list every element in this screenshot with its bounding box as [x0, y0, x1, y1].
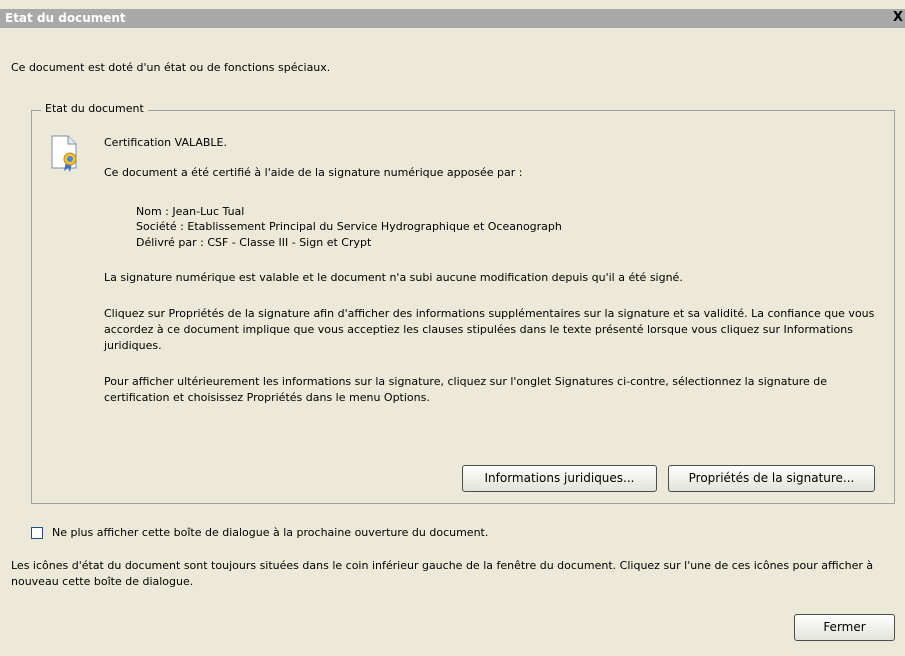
dont-show-again-checkbox[interactable] — [31, 527, 43, 539]
certified-document-icon — [51, 135, 77, 172]
window-title: Etat du document — [5, 11, 126, 25]
signature-valid-text: La signature numérique est valable et le… — [104, 271, 683, 284]
certified-by-text: Ce document a été certifié à l'aide de l… — [104, 166, 523, 179]
signer-name: Nom : Jean-Luc Tual — [136, 205, 245, 218]
dialog-window: Etat du document X Ce document est doté … — [0, 0, 905, 656]
properties-help-text: Cliquez sur Propriétés de la signature a… — [104, 307, 875, 352]
certification-status: Certification VALABLE. — [104, 136, 227, 149]
legal-info-button[interactable]: Informations juridiques... — [462, 465, 657, 492]
footer-text: Les icônes d'état du document sont toujo… — [11, 559, 874, 588]
signature-properties-button[interactable]: Propriétés de la signature... — [668, 465, 875, 492]
close-button[interactable]: Fermer — [794, 614, 895, 641]
close-icon[interactable]: X — [893, 10, 903, 25]
later-help-text: Pour afficher ultérieurement les informa… — [104, 375, 828, 404]
signer-issuer: Délivré par : CSF - Classe III - Sign et… — [136, 236, 372, 249]
signer-company: Société : Etablissement Principal du Ser… — [136, 220, 562, 233]
intro-text: Ce document est doté d'un état ou de fon… — [11, 61, 331, 74]
title-bar[interactable]: Etat du document X — [0, 9, 905, 28]
dont-show-again-label[interactable]: Ne plus afficher cette boîte de dialogue… — [52, 526, 488, 540]
group-legend: Etat du document — [41, 102, 148, 116]
